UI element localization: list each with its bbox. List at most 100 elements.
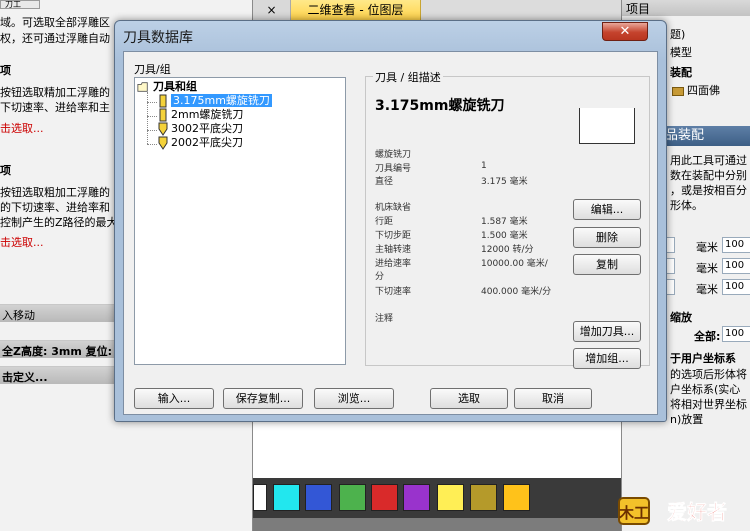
unit-label: 毫米	[696, 283, 718, 296]
end-mill-icon	[159, 108, 167, 122]
tree-connector	[147, 92, 148, 144]
prop-label: 刀具编号	[375, 164, 412, 174]
tree-item-tool[interactable]: 3002平底尖刀	[157, 122, 243, 136]
panel-top-button[interactable]: 刀工	[0, 0, 40, 9]
delete-button[interactable]: 删除	[573, 227, 641, 248]
color-swatch[interactable]	[305, 484, 332, 511]
color-swatch[interactable]	[403, 484, 430, 511]
tree-item-label: 3002平底尖刀	[171, 122, 243, 135]
prop-value: 400.000 毫米/分	[481, 287, 552, 297]
save-copy-button[interactable]: 保存复制...	[223, 388, 303, 409]
tool-type: 螺旋铣刀	[375, 150, 412, 160]
help-text-line: 用此工具可通过	[670, 154, 747, 167]
tree-item-tool[interactable]: 3.175mm螺旋铣刀	[157, 94, 272, 108]
color-swatch[interactable]	[503, 484, 530, 511]
help-text-line: 的选项后形体将	[670, 368, 747, 381]
prop-value: 10000.00 毫米/	[481, 259, 548, 269]
help-text-line: 将相对世界坐标	[670, 398, 747, 411]
color-swatch[interactable]	[253, 484, 267, 511]
close-tab-icon[interactable]: ×	[253, 0, 291, 20]
ucs-heading: 于用户坐标系	[670, 352, 736, 365]
color-swatch[interactable]	[371, 484, 398, 511]
help-text-line: 下切速率、进给率和主	[0, 101, 110, 114]
help-text-line: 权，还可通过浮雕自动	[0, 32, 110, 45]
help-text-line: 按钮选取粗加工浮雕的	[0, 186, 110, 199]
dialog-title: 刀具数据库	[123, 30, 193, 46]
tree-connector	[147, 130, 157, 131]
scale-all-label: 全部:	[694, 330, 721, 343]
size-z-input[interactable]: 100	[722, 279, 750, 295]
prop-value-wrap: 分	[375, 272, 385, 282]
color-swatch[interactable]	[470, 484, 497, 511]
tools-group-label: 刀具/组	[134, 63, 171, 76]
project-tree-item[interactable]: 装配	[670, 64, 692, 80]
tree-connector	[147, 116, 157, 117]
status-strip	[253, 518, 621, 531]
tab-2d-view[interactable]: 二维查看 - 位图层	[291, 0, 421, 20]
select-link[interactable]: 击选取...	[0, 120, 44, 136]
help-text-line: ，或是按相百分	[670, 184, 747, 197]
dialog-body: 刀具/组 刀具和组 3.175mm螺旋铣刀 2mm螺旋铣刀 3002平底尖刀 2…	[123, 51, 658, 415]
description-group-label: 刀具 / 组描述	[373, 69, 443, 85]
add-group-button[interactable]: 增加组...	[573, 348, 641, 369]
import-button[interactable]: 输入...	[134, 388, 214, 409]
size-y-input[interactable]: 100	[722, 258, 750, 274]
color-palette	[253, 478, 621, 518]
edit-button[interactable]: 编辑...	[573, 199, 641, 220]
color-swatch[interactable]	[339, 484, 366, 511]
tree-item-tool[interactable]: 2002平底尖刀	[157, 136, 243, 150]
help-text-line: 户坐标系(实心	[670, 383, 741, 396]
close-icon[interactable]: ✕	[602, 22, 648, 41]
help-text-line: 控制产生的Z路径的最大	[0, 216, 118, 229]
tree-item-label: 2002平底尖刀	[171, 136, 243, 149]
help-section-heading: 项	[0, 64, 11, 77]
cancel-button[interactable]: 取消	[514, 388, 592, 409]
tool-database-dialog: 刀具数据库 ✕ 刀具/组 刀具和组 3.175mm螺旋铣刀 2mm螺旋铣刀 30…	[114, 20, 667, 422]
v-bit-icon	[158, 122, 168, 136]
tool-tree[interactable]: 刀具和组 3.175mm螺旋铣刀 2mm螺旋铣刀 3002平底尖刀 2002平底…	[134, 77, 346, 365]
add-tool-button[interactable]: 增加刀具...	[573, 321, 641, 342]
project-tree-item-model[interactable]: 四面佛	[672, 82, 720, 98]
end-mill-icon	[159, 94, 167, 108]
prop-value: 1	[481, 161, 487, 171]
logo-prefix: 木工	[618, 504, 649, 522]
help-text-line: n)放置	[670, 413, 704, 426]
prop-label: 行距	[375, 217, 394, 227]
color-swatch[interactable]	[437, 484, 464, 511]
color-swatch[interactable]	[273, 484, 300, 511]
browse-button[interactable]: 浏览...	[314, 388, 394, 409]
prop-label: 进给速率	[375, 259, 412, 269]
help-text-line: 的下切速率、进给率和	[0, 201, 110, 214]
tool-name-heading: 3.175mm螺旋铣刀	[375, 98, 505, 114]
tree-item-label: 2mm螺旋铣刀	[171, 108, 244, 121]
copy-button[interactable]: 复制	[573, 254, 641, 275]
select-link[interactable]: 击选取...	[0, 234, 44, 250]
tree-connector	[147, 102, 157, 103]
help-section-heading: 项	[0, 164, 11, 177]
project-tree-item[interactable]: 题)	[670, 26, 685, 42]
help-text-line: 域。可选取全部浮雕区	[0, 16, 110, 29]
watermark-logo: 木工 爱好者	[617, 492, 747, 528]
prop-label: 直径	[375, 177, 394, 187]
tree-item-tool[interactable]: 2mm螺旋铣刀	[157, 108, 243, 122]
unit-label: 毫米	[696, 262, 718, 275]
tool-preview	[579, 108, 635, 144]
project-tree-item[interactable]: 模型	[670, 44, 692, 60]
scale-all-input[interactable]: 100	[722, 326, 750, 342]
project-header: 项目	[622, 0, 750, 16]
tree-root[interactable]: 刀具和组	[137, 80, 197, 94]
prop-label: 主轴转速	[375, 245, 412, 255]
model-icon	[672, 86, 684, 96]
help-text-line: 按钮选取精加工浮雕的	[0, 86, 110, 99]
tree-root-label: 刀具和组	[153, 80, 197, 93]
size-x-input[interactable]: 100	[722, 237, 750, 253]
help-text-line: 形体。	[670, 199, 703, 212]
prop-label: 下切步距	[375, 231, 412, 241]
v-bit-icon	[158, 136, 168, 150]
unit-label: 毫米	[696, 241, 718, 254]
logo-text: 爱好者	[667, 500, 727, 524]
prop-value: 1.587 毫米	[481, 217, 528, 227]
tree-item-label: 3.175mm螺旋铣刀	[171, 94, 272, 107]
select-button[interactable]: 选取	[430, 388, 508, 409]
prop-value: 3.175 毫米	[481, 177, 528, 187]
